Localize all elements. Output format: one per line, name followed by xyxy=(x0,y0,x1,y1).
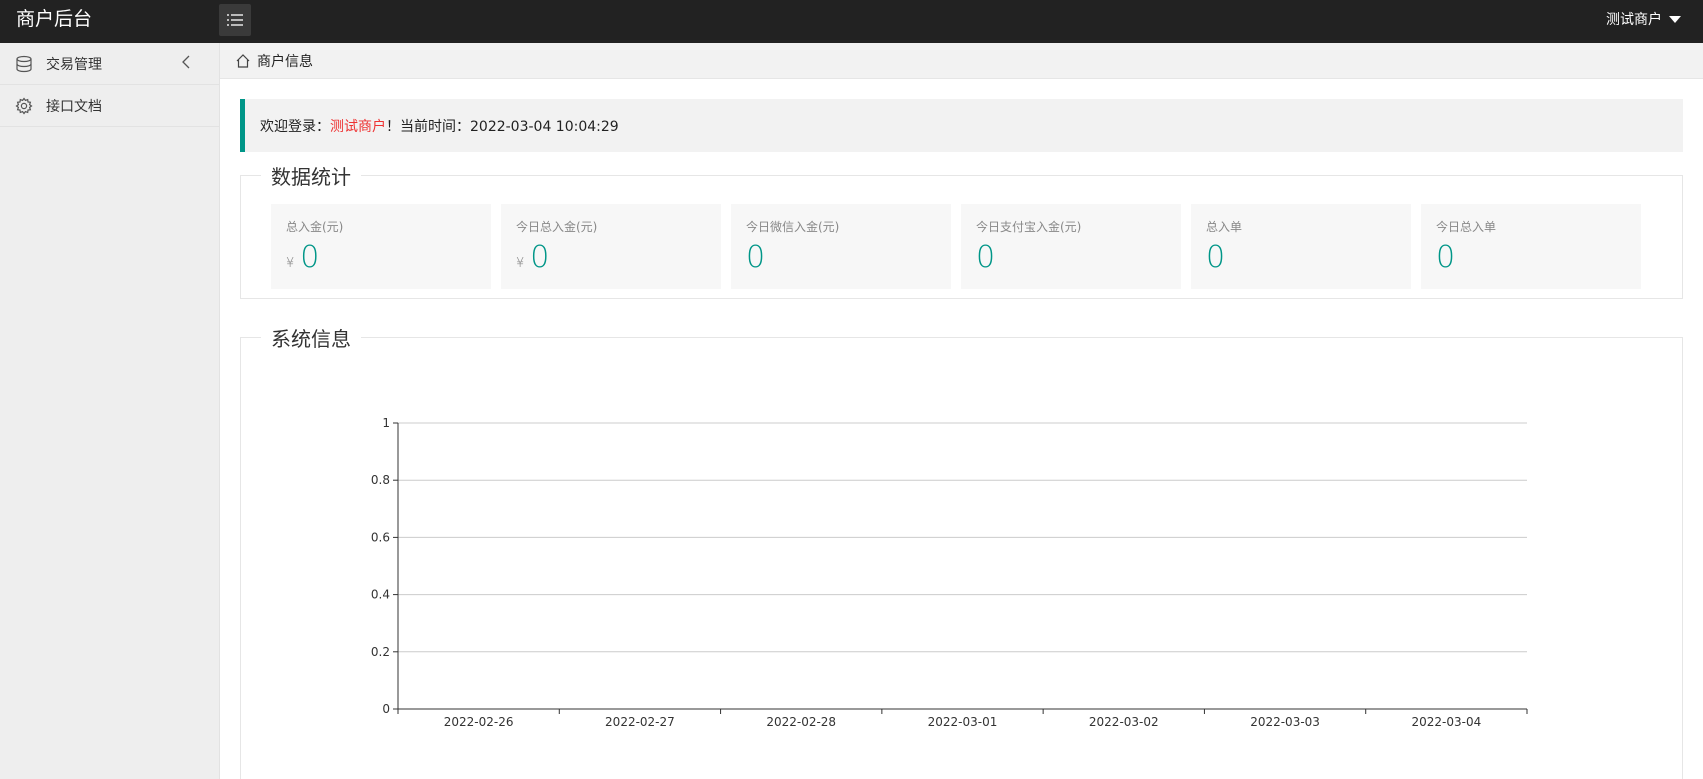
x-tick-label: 2022-03-04 xyxy=(1411,715,1481,729)
sidebar-item-label: 接口文档 xyxy=(46,98,102,115)
sidebar-item-transactions[interactable]: 交易管理 xyxy=(0,43,219,85)
main-content: 商户信息 欢迎登录： 测试商户 ！当前时间：2022-03-04 10:04:2… xyxy=(220,43,1703,779)
sidebar-item-api-docs[interactable]: 接口文档 xyxy=(0,85,219,127)
app-logo[interactable]: 商户后台 xyxy=(16,0,92,43)
x-tick-label: 2022-02-28 xyxy=(766,715,836,729)
y-tick-label: 0 xyxy=(382,702,390,716)
y-tick-label: 0.6 xyxy=(371,530,390,544)
top-header: 商户后台 测试商户 xyxy=(0,0,1703,43)
x-tick-label: 2022-02-26 xyxy=(444,715,514,729)
database-icon xyxy=(14,54,34,74)
list-icon xyxy=(227,14,243,26)
caret-down-icon xyxy=(1669,15,1681,23)
user-menu[interactable]: 测试商户 xyxy=(1606,0,1681,40)
chevron-left-icon[interactable] xyxy=(181,55,191,73)
y-tick-label: 0.4 xyxy=(371,588,390,602)
y-tick-label: 0.8 xyxy=(371,473,390,487)
y-tick-label: 0.2 xyxy=(371,645,390,659)
menu-toggle-button[interactable] xyxy=(219,4,251,36)
y-tick-label: 1 xyxy=(382,416,390,430)
sidebar: 交易管理 接口文档 xyxy=(0,43,220,779)
user-name: 测试商户 xyxy=(1606,12,1662,28)
gear-icon xyxy=(14,96,34,116)
x-tick-label: 2022-03-03 xyxy=(1250,715,1320,729)
x-tick-label: 2022-02-27 xyxy=(605,715,675,729)
sidebar-item-label: 交易管理 xyxy=(46,56,102,73)
x-tick-label: 2022-03-01 xyxy=(928,715,998,729)
orders-line-chart: 0 0.2 0.4 0.6 0.8 1 2022-02-26 2022-02-27 2022-0… xyxy=(371,416,1528,729)
x-tick-label: 2022-03-02 xyxy=(1089,715,1159,729)
